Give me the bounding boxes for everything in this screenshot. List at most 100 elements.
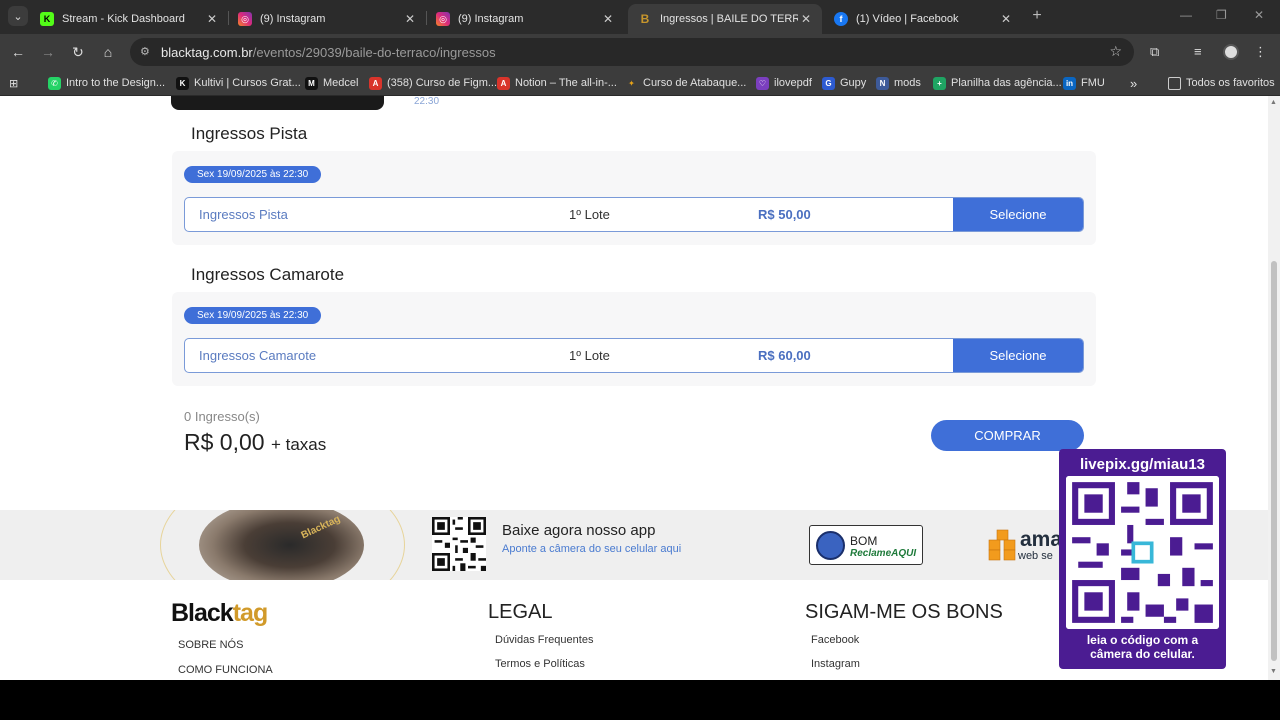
livepix-instruction: leia o código com a câmera do celular. [1086,633,1199,661]
scroll-thumb[interactable] [1271,261,1277,661]
bookmark-item[interactable]: K Kultivi | Cursos Grat... [176,76,301,90]
bookmarks-overflow-button[interactable]: » [1130,76,1137,91]
footer-link-facebook[interactable]: Facebook [811,634,859,646]
ticket-lote: 1º Lote [569,348,610,363]
ticket-price: R$ 60,00 [758,348,811,363]
close-icon[interactable]: ✕ [798,12,814,26]
kultivi-icon: K [176,76,189,90]
scroll-up-arrow-icon[interactable]: ▲ [1270,99,1277,106]
ticket-lote: 1º Lote [569,207,610,222]
ticket-row-pista: Ingressos Pista 1º Lote R$ 50,00 Selecio… [184,197,1084,232]
site-info-icon[interactable]: ⚙ [140,45,150,58]
reclame-aqui-badge[interactable]: BOM ReclameAQUI [809,525,923,565]
date-badge: Sex 19/09/2025 às 22:30 [184,307,322,324]
kick-icon: K [40,12,54,26]
footer-link-duvidas[interactable]: Dúvidas Frequentes [495,634,593,646]
blacktag-icon: B [640,12,650,26]
ticket-box-pista: Sex 19/09/2025 às 22:30 Ingressos Pista … [172,151,1096,245]
aws-logo: ama web se [986,524,1066,566]
adobe-icon: A [497,76,510,90]
bookmark-item[interactable]: M Medcel [305,76,358,90]
back-arrow-icon[interactable]: ← [8,42,28,62]
app-qr-code [432,517,486,571]
section-title-pista: Ingressos Pista [191,124,308,143]
section-title-camarote: Ingressos Camarote [191,265,345,284]
browser-window: ⌄ K Stream - Kick Dashboard ✕ ◎ (9) Inst… [0,0,1280,680]
bookmark-item[interactable]: ♡ ilovepdf [756,76,812,90]
event-banner-image [171,96,384,110]
footer-link-termos[interactable]: Termos e Políticas [495,658,585,670]
tab-title: (1) Vídeo | Facebook [856,13,959,25]
select-camarote-button[interactable]: Selecione [953,339,1083,372]
browser-toolbar: ← → ↻ ⌂ ⚙ blacktag.com.br/eventos/29039/… [0,34,1280,70]
livepix-overlay: livepix.gg/miau13 leia o código com a câm… [1059,449,1226,669]
ticket-box-camarote: Sex 19/09/2025 às 22:30 Ingressos Camaro… [172,292,1096,386]
tab-title: (9) Instagram [260,13,326,25]
bookmark-item[interactable]: ✆ Intro to the Design... [48,76,165,90]
gupy-icon: G [822,76,835,90]
menu-kebab-icon[interactable]: ⋮ [1254,44,1267,60]
instagram-icon: ◎ [436,12,450,26]
bookmark-star-icon[interactable]: ☆ [1109,43,1122,60]
tab-title: Ingressos | BAILE DO TERRAÇO [660,13,798,25]
bookmark-item[interactable]: A (358) Curso de Figm... [369,76,497,90]
close-icon[interactable]: ✕ [600,12,616,26]
medcel-icon: M [305,76,318,90]
footer-link-instagram[interactable]: Instagram [811,658,860,670]
window-close-button[interactable]: ✕ [1254,8,1264,22]
buy-button[interactable]: COMPRAR [931,420,1084,451]
scroll-down-arrow-icon[interactable]: ▼ [1270,668,1277,675]
adobe-icon: A [369,76,382,90]
bookmark-item[interactable]: G Gupy [822,76,866,90]
footer-link-como-funciona[interactable]: COMO FUNCIONA [178,664,273,676]
home-icon[interactable]: ⌂ [98,42,118,62]
blacktag-logo[interactable]: Blacktag [171,599,268,628]
reload-icon[interactable]: ↻ [68,42,88,62]
profile-avatar[interactable] [1223,44,1239,60]
new-tab-button[interactable]: + [1029,7,1045,25]
ticket-name: Ingressos Camarote [199,348,317,363]
star-icon: ✦ [628,78,635,88]
apps-grid-icon[interactable]: ⊞ [9,76,18,90]
forward-arrow-icon[interactable]: → [38,42,58,62]
address-bar[interactable]: ⚙ blacktag.com.br/eventos/29039/baile-do… [130,38,1134,66]
tab-title: (9) Instagram [458,13,524,25]
ticket-name: Ingressos Pista [199,207,288,222]
livepix-url: livepix.gg/miau13 [1079,456,1206,473]
url-text[interactable]: blacktag.com.br/eventos/29039/baile-do-t… [161,45,496,60]
footer-link-sobre[interactable]: SOBRE NÓS [178,639,243,651]
maximize-button[interactable]: ❐ [1216,8,1227,22]
bookmark-item[interactable]: A Notion – The all-in-... [497,76,617,90]
event-time: 22:30 [414,96,440,107]
footer-legal-heading: LEGAL [488,601,553,623]
bookmarks-bar: ⊞ ✆ Intro to the Design... K Kultivi | Cur… [0,70,1280,96]
select-pista-button[interactable]: Selecione [953,198,1083,231]
tab-instagram-1[interactable]: ◎ (9) Instagram ✕ [228,4,426,34]
tab-instagram-2[interactable]: ◎ (9) Instagram ✕ [426,4,624,34]
mods-icon: N [876,76,889,90]
folder-icon [1168,76,1181,90]
close-icon[interactable]: ✕ [204,12,220,26]
bookmark-item[interactable]: ✦ Curso de Atabaque... [625,76,746,90]
close-icon[interactable]: ✕ [402,12,418,26]
minimize-button[interactable]: — [1180,8,1192,22]
sheets-icon: + [933,76,946,90]
tab-search-button[interactable]: ⌄ [8,6,28,26]
close-icon[interactable]: ✕ [998,12,1014,26]
bottom-black-bar [0,680,1280,720]
ticket-quantity: 0 Ingresso(s) [184,409,260,424]
instagram-icon: ◎ [238,12,252,26]
page-scrollbar[interactable]: ▲ ▼ [1268,96,1280,680]
media-control-icon[interactable]: ≡ [1194,44,1202,59]
bookmark-item[interactable]: in FMU [1063,76,1105,90]
tab-ingressos[interactable]: B Ingressos | BAILE DO TERRAÇO ✕ [628,4,822,34]
whatsapp-icon: ✆ [48,76,61,90]
ilovepdf-icon: ♡ [756,76,769,90]
extensions-icon[interactable]: ⧉ [1150,44,1159,60]
all-bookmarks-folder[interactable]: Todos os favoritos [1168,76,1275,90]
bookmark-item[interactable]: Nmods [876,76,921,90]
tab-facebook[interactable]: f (1) Vídeo | Facebook ✕ [824,4,1022,34]
tab-title: Stream - Kick Dashboard [62,13,185,25]
tab-kick[interactable]: K Stream - Kick Dashboard ✕ [30,4,228,34]
bookmark-item[interactable]: + Planilha das agência... [933,76,1062,90]
